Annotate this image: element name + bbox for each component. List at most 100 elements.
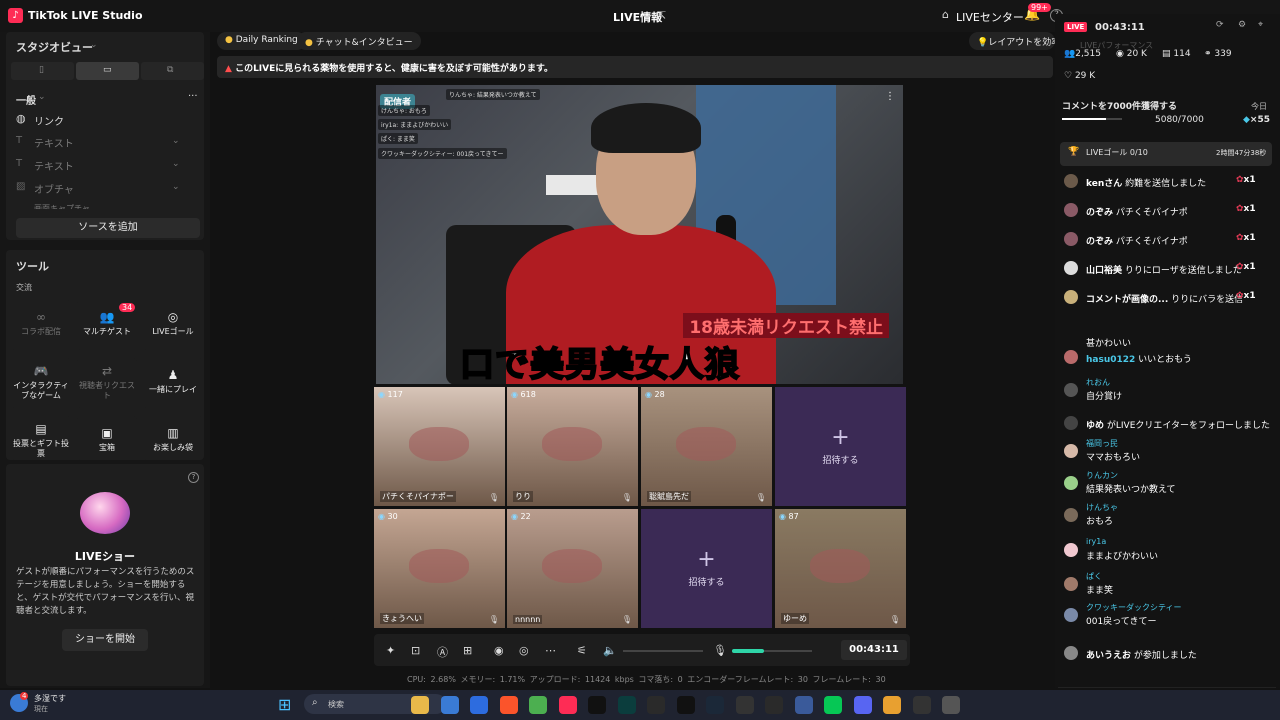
chevron-down-icon[interactable]: ⌄	[90, 40, 98, 50]
avatar[interactable]	[1064, 508, 1078, 522]
coin-app-icon[interactable]	[883, 696, 901, 714]
add-source-button[interactable]: ソースを追加	[16, 218, 200, 238]
surprise-bag-button[interactable]: ▥ お楽しみ袋	[143, 416, 203, 460]
comment-input[interactable]	[1058, 686, 1276, 688]
add-scene-icon[interactable]: ⊞	[463, 644, 472, 657]
source-item-capture[interactable]: 画面キャプチャ	[34, 203, 90, 209]
tiktok-studio-icon[interactable]	[558, 696, 577, 714]
avatar[interactable]	[1064, 543, 1078, 557]
guest-tile[interactable]: ◉ 618 りり 🎙	[507, 387, 638, 506]
avatar[interactable]	[1064, 261, 1078, 275]
avatar[interactable]	[1064, 646, 1078, 660]
line-icon[interactable]	[824, 696, 842, 714]
daily-ranking-tab[interactable]: ● Daily Ranking	[217, 32, 306, 50]
source-item-link[interactable]: リンク	[34, 113, 64, 128]
share-icon[interactable]: ⇱	[657, 9, 666, 22]
portrait-view-toggle[interactable]: ▯	[11, 62, 74, 80]
source-item-text[interactable]: テキスト	[34, 135, 74, 150]
avatar[interactable]	[1064, 232, 1078, 246]
windows-start-icon[interactable]: ⊞	[278, 695, 291, 714]
avatar[interactable]	[1064, 444, 1078, 458]
comment-user[interactable]: コメントが画像の...	[1086, 295, 1168, 305]
obs-icon[interactable]	[735, 696, 754, 714]
guest-tile[interactable]: ◉ 30 きょうへい 🎙	[374, 509, 505, 628]
chevron-down-icon[interactable]: ⌄	[172, 159, 180, 169]
dual-view-toggle[interactable]: ⧉	[141, 62, 204, 80]
chat-interview-tab[interactable]: ● チャット&インタビュー	[297, 32, 421, 50]
microphone-icon[interactable]: 🎙	[713, 644, 727, 657]
ai-icon[interactable]: Ⓐ	[437, 644, 448, 660]
comment-row[interactable]: kenさん 約難を送信しました	[1086, 176, 1206, 189]
invite-guest-slot[interactable]: + 招待する	[641, 509, 772, 628]
interactive-game-button[interactable]: 🎮 インタラクティブなゲーム	[11, 358, 71, 408]
guest-tile[interactable]: ◉ 117 パチくそパイナポー 🎙	[374, 387, 505, 506]
record-icon[interactable]: ◉	[494, 644, 504, 657]
comment-row[interactable]: あいうえお が参加しました	[1086, 648, 1197, 661]
comment-user[interactable]: ゆめ	[1086, 421, 1104, 431]
layout-tip-tab[interactable]: 💡レイアウトを効率	[969, 32, 1055, 50]
store-icon[interactable]	[440, 696, 459, 714]
comment-user[interactable]: のぞみ	[1086, 237, 1113, 247]
comment-input-area[interactable]	[1058, 682, 1276, 688]
more-options-icon[interactable]: ...	[188, 88, 198, 99]
mic-muted-icon[interactable]: 🎙	[489, 615, 499, 624]
star-app-icon[interactable]	[794, 696, 813, 714]
general-scene-label[interactable]: 一般	[16, 92, 36, 107]
start-show-button[interactable]: ショーを開始	[62, 629, 148, 651]
mic-muted-icon[interactable]: 🎙	[622, 493, 632, 502]
capture-icon[interactable]	[765, 696, 783, 714]
avatar[interactable]	[1064, 416, 1078, 430]
game-icon[interactable]	[647, 696, 665, 714]
game-char-icon[interactable]	[912, 696, 931, 714]
multi-guest-button[interactable]: 👥 マルチゲスト 34	[77, 300, 137, 350]
landscape-view-toggle[interactable]: ▭	[76, 62, 139, 80]
steam-icon[interactable]	[706, 696, 724, 714]
avatar[interactable]	[1064, 476, 1078, 490]
guest-tile[interactable]: ◉ 22 nnnnn 🎙	[507, 509, 638, 628]
gear-icon[interactable]: ⚙	[1238, 20, 1246, 30]
comment-row[interactable]: ゆめ がLIVEクリエイターをフォローしました	[1086, 418, 1270, 431]
speaker-icon[interactable]: 🔈	[603, 644, 617, 657]
comment-row[interactable]: hasu0122 いいとおもう	[1086, 352, 1192, 365]
chrome-icon[interactable]	[529, 696, 547, 714]
poll-gift-vote-button[interactable]: ▤ 投票とギフト投票	[11, 416, 71, 460]
live-center-link[interactable]: LIVEセンター	[956, 9, 1024, 25]
sync-icon[interactable]: ⟳	[1216, 20, 1224, 30]
live-goal-button[interactable]: ◎ LIVEゴール	[143, 300, 203, 350]
comment-row[interactable]: のぞみ パチくそパイナポ	[1086, 205, 1188, 218]
help-icon[interactable]: ?	[188, 472, 199, 483]
avatar[interactable]	[1064, 383, 1078, 397]
chevron-down-icon[interactable]: ⌄	[172, 182, 180, 192]
avatar[interactable]	[1064, 203, 1078, 217]
settings-icon[interactable]	[942, 696, 960, 714]
app-icon[interactable]	[470, 696, 488, 714]
live-info-title[interactable]: LIVE情報	[613, 9, 662, 25]
tiktok-icon[interactable]	[588, 696, 606, 714]
capcut-icon[interactable]	[676, 696, 695, 714]
comment-row[interactable]: のぞみ パチくそパイナポ	[1086, 234, 1188, 247]
pin-icon[interactable]: ⌖	[1258, 20, 1263, 30]
play-together-button[interactable]: ♟ 一緒にプレイ	[143, 358, 203, 408]
comment-row[interactable]: コメントが画像の... りりにバラを送信	[1086, 292, 1243, 305]
chevron-down-icon[interactable]: ⌄	[38, 92, 46, 102]
mic-muted-icon[interactable]: 🎙	[756, 493, 766, 502]
host-video[interactable]: 配信者 りんちゃ: 結果発表いつか教えて けんちゃ: おもろ iry1a: まま…	[376, 85, 903, 384]
comment-user[interactable]: けんちゃ	[1086, 502, 1118, 513]
avatar[interactable]	[1064, 290, 1078, 304]
source-item-obchat[interactable]: オブチャ	[34, 181, 74, 196]
comment-user[interactable]: りんカン	[1086, 470, 1118, 481]
chevron-down-icon[interactable]: ⌄	[172, 136, 180, 146]
collab-live-button[interactable]: ∞ コラボ配信	[11, 300, 71, 350]
discord-icon[interactable]	[853, 696, 872, 714]
file-explorer-icon[interactable]	[411, 696, 429, 714]
comment-user[interactable]: れおん	[1086, 377, 1110, 388]
avatar[interactable]	[1064, 577, 1078, 591]
magic-wand-icon[interactable]: ✦	[386, 644, 395, 657]
terminal-icon[interactable]	[617, 696, 636, 714]
comment-user[interactable]: クワッキーダックシティー	[1086, 602, 1182, 613]
avatar[interactable]	[1064, 174, 1078, 188]
more-icon[interactable]: ⋯	[545, 644, 556, 657]
speaker-volume-track[interactable]	[623, 650, 703, 652]
stage-more-icon[interactable]: ⋮	[885, 91, 895, 102]
avatar[interactable]	[1064, 350, 1078, 364]
